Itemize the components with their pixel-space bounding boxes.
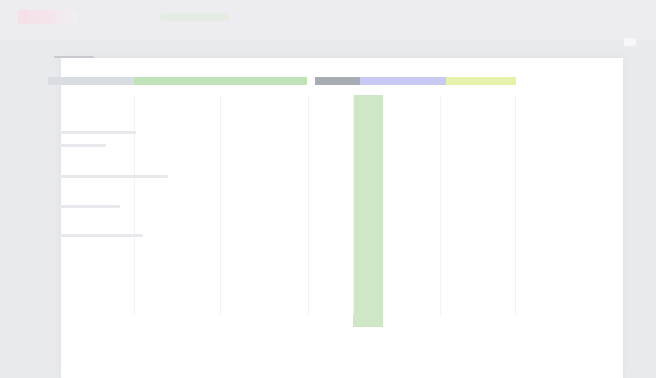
table-row	[48, 175, 168, 178]
grid-line	[308, 95, 309, 315]
window-control-icon[interactable]	[624, 38, 636, 46]
grid-line	[134, 95, 135, 315]
table-row	[48, 205, 120, 208]
grid-line	[440, 95, 441, 315]
table-row	[48, 234, 143, 237]
grid-line	[220, 95, 221, 315]
column-band-segment	[446, 77, 516, 85]
column-band-segment	[307, 77, 315, 85]
grid-line	[353, 95, 354, 315]
column-header-band	[48, 77, 516, 85]
document-header	[48, 56, 94, 58]
column-band-segment	[315, 77, 360, 85]
table-row	[48, 131, 136, 134]
active-tab[interactable]	[18, 10, 78, 24]
table-row	[48, 144, 106, 147]
column-band-segment	[134, 77, 307, 85]
column-band-segment	[360, 77, 446, 85]
window-titlebar	[0, 0, 656, 40]
toolbar-control[interactable]	[160, 13, 230, 21]
grid-line	[515, 95, 516, 315]
column-band-segment	[48, 77, 134, 85]
title-underline	[54, 56, 94, 58]
